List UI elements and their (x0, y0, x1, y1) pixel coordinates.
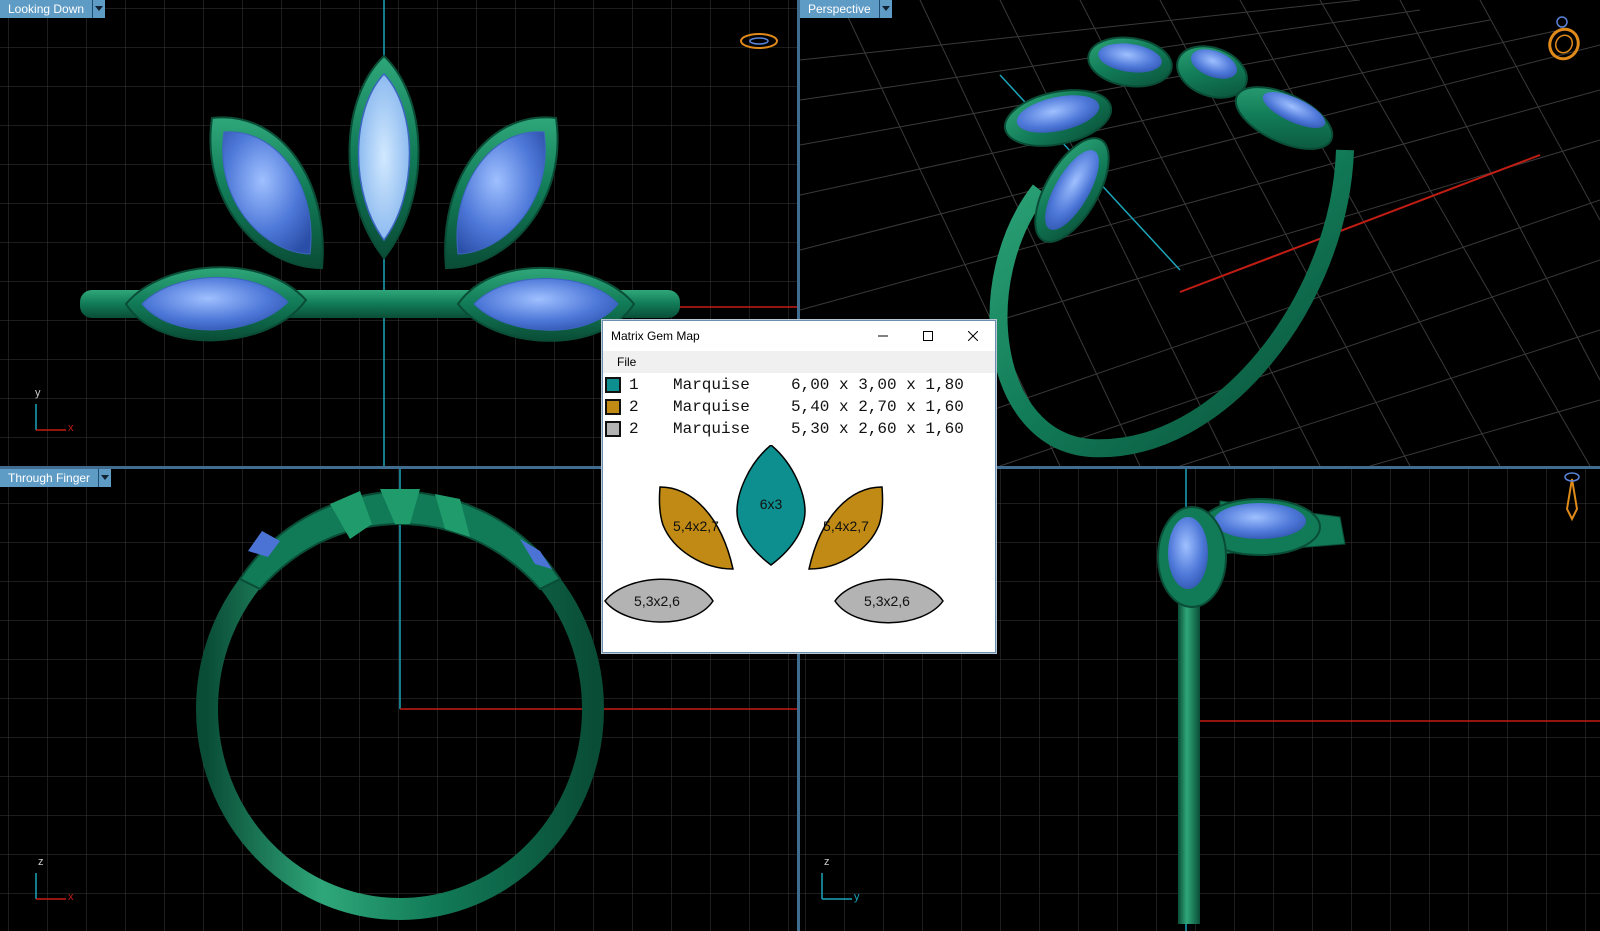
close-icon (968, 331, 978, 341)
gem-map-dialog[interactable]: Matrix Gem Map File 1 Marquise 6,00 x 3,… (602, 320, 996, 653)
gem-dimensions: 6,00 x 3,00 x 1,80 (791, 376, 964, 394)
maximize-icon (923, 331, 933, 341)
gem-shape-low-left: 5,3x2,6 (605, 579, 713, 622)
gem-label-center: 6x3 (760, 496, 783, 512)
axis-x-label: x (68, 891, 74, 903)
gem-label-mid-left: 5,4x2,7 (673, 518, 719, 534)
axis-y-label: y (35, 387, 41, 399)
chevron-down-icon[interactable] (92, 0, 105, 18)
gem-label-low-left: 5,3x2,6 (634, 593, 680, 609)
ring-orientation-icon[interactable] (1542, 14, 1586, 62)
gem-layout-map: 6x3 5,4x2,7 5,4x2,7 5,3x2,6 5,3x2,6 (603, 445, 995, 650)
chevron-down-icon[interactable] (98, 469, 111, 487)
gem-list-row: 2 Marquise 5,40 x 2,70 x 1,60 (603, 396, 995, 418)
gem-shape: Marquise (653, 420, 791, 438)
viewport-label-looking-down[interactable]: Looking Down (0, 0, 105, 18)
gem-shape-mid-right: 5,4x2,7 (809, 487, 883, 569)
gem-count: 2 (629, 398, 653, 416)
viewport-label-text: Perspective (800, 0, 879, 18)
viewport-label-text: Looking Down (0, 0, 92, 18)
viewport-label-text: Through Finger (0, 469, 98, 487)
viewport-label-through-finger[interactable]: Through Finger (0, 469, 111, 487)
gem-dimensions: 5,30 x 2,60 x 1,60 (791, 420, 964, 438)
gem-shape: Marquise (653, 376, 791, 394)
gem-list-row: 2 Marquise 5,30 x 2,60 x 1,60 (603, 418, 995, 440)
ring-orientation-icon[interactable] (1560, 469, 1584, 524)
axis-z-label: z (824, 856, 830, 868)
menu-file[interactable]: File (603, 355, 650, 369)
axis-z-label: z (38, 856, 44, 868)
gem-count: 2 (629, 420, 653, 438)
viewport-label-perspective[interactable]: Perspective (800, 0, 892, 18)
gem-color-swatch (605, 421, 621, 437)
gem-shape-center: 6x3 (737, 445, 805, 565)
maximize-button[interactable] (905, 321, 950, 351)
gem-color-swatch (605, 399, 621, 415)
dialog-title: Matrix Gem Map (603, 329, 700, 343)
axis-indicator: z x (30, 859, 80, 909)
dialog-menubar: File (603, 351, 995, 373)
gem-color-swatch (605, 377, 621, 393)
gem-label-mid-right: 5,4x2,7 (823, 518, 869, 534)
gem-shape-low-right: 5,3x2,6 (835, 579, 943, 623)
dialog-titlebar[interactable]: Matrix Gem Map (603, 321, 995, 351)
minimize-icon (878, 331, 888, 341)
gem-shape-mid-left: 5,4x2,7 (659, 487, 733, 569)
gem-shape: Marquise (653, 398, 791, 416)
gem-list-row: 1 Marquise 6,00 x 3,00 x 1,80 (603, 374, 995, 396)
ring-orientation-icon[interactable] (738, 30, 780, 52)
axis-indicator: y x (30, 390, 80, 440)
chevron-down-icon[interactable] (879, 0, 892, 18)
axis-y-label: y (854, 891, 860, 903)
gem-label-low-right: 5,3x2,6 (864, 593, 910, 609)
axis-indicator: z y (816, 859, 872, 909)
axis-x-label: x (68, 422, 74, 434)
minimize-button[interactable] (860, 321, 905, 351)
gem-dimensions: 5,40 x 2,70 x 1,60 (791, 398, 964, 416)
gem-count: 1 (629, 376, 653, 394)
close-button[interactable] (950, 321, 995, 351)
